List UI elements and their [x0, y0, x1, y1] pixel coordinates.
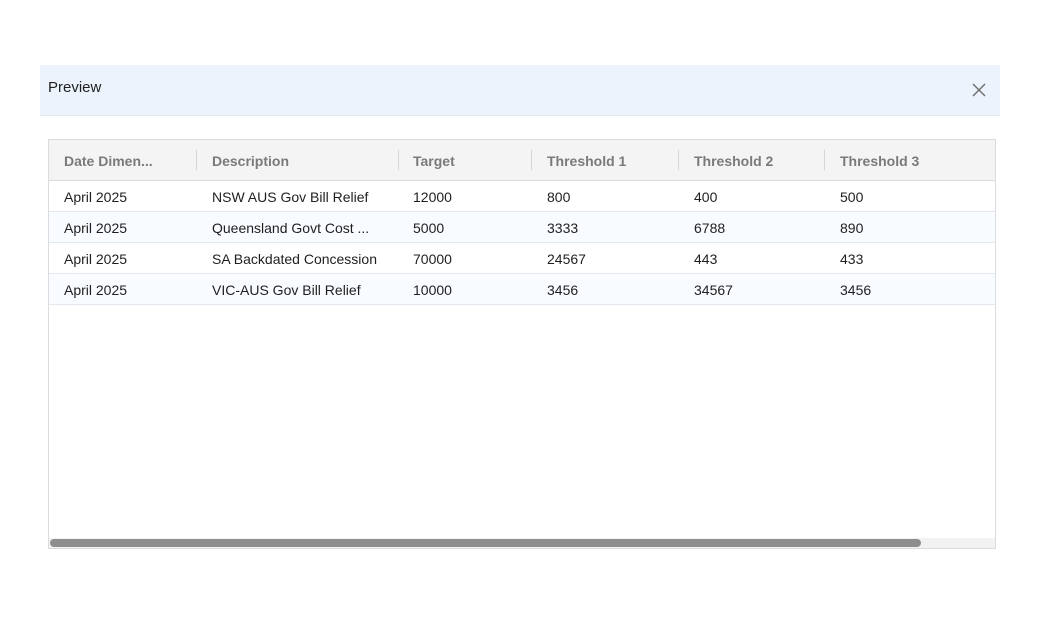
cell-description: Queensland Govt Cost ... [212, 220, 370, 236]
dialog-header: Preview [40, 65, 1000, 116]
cell-target: 10000 [413, 282, 452, 298]
cell-threshold-2: 443 [694, 251, 718, 267]
cell-date-dimension: April 2025 [64, 251, 128, 267]
cell-threshold-3: 3456 [840, 282, 872, 298]
column-header-threshold-3[interactable]: Threshold 3 [825, 140, 995, 180]
cell-description: NSW AUS Gov Bill Relief [212, 189, 369, 205]
preview-table: Date Dimen... Description Target Thresho… [48, 139, 996, 549]
cell-threshold-2: 400 [694, 189, 718, 205]
cell-description: VIC-AUS Gov Bill Relief [212, 282, 361, 298]
cell-threshold-3: 500 [840, 189, 864, 205]
table-row[interactable]: April 2025 VIC-AUS Gov Bill Relief 10000… [49, 274, 995, 305]
cell-date-dimension: April 2025 [64, 189, 128, 205]
cell-date-dimension: April 2025 [64, 282, 128, 298]
cell-description: SA Backdated Concession [212, 251, 377, 267]
cell-threshold-2: 6788 [694, 220, 726, 236]
cell-date-dimension: April 2025 [64, 220, 128, 236]
close-icon [972, 83, 986, 97]
cell-threshold-3: 890 [840, 220, 864, 236]
preview-dialog: Preview Date Dimen... Description Target… [40, 65, 1000, 555]
table-row[interactable]: April 2025 SA Backdated Concession 70000… [49, 243, 995, 274]
cell-target: 70000 [413, 251, 452, 267]
cell-target: 12000 [413, 189, 452, 205]
cell-threshold-1: 3333 [547, 220, 579, 236]
cell-threshold-1: 800 [547, 189, 571, 205]
scrollbar-thumb[interactable] [50, 539, 921, 547]
table-header: Date Dimen... Description Target Thresho… [49, 140, 995, 181]
column-header-threshold-1[interactable]: Threshold 1 [532, 140, 679, 180]
cell-threshold-1: 3456 [547, 282, 579, 298]
table-row[interactable]: April 2025 Queensland Govt Cost ... 5000… [49, 212, 995, 243]
column-header-date-dimension[interactable]: Date Dimen... [49, 140, 197, 180]
dialog-title: Preview [48, 79, 102, 96]
close-button[interactable] [968, 79, 990, 101]
column-header-threshold-2[interactable]: Threshold 2 [679, 140, 825, 180]
column-header-target[interactable]: Target [398, 140, 532, 180]
table-row[interactable]: April 2025 NSW AUS Gov Bill Relief 12000… [49, 181, 995, 212]
column-header-description[interactable]: Description [197, 140, 398, 180]
cell-target: 5000 [413, 220, 445, 236]
cell-threshold-1: 24567 [547, 251, 586, 267]
cell-threshold-3: 433 [840, 251, 864, 267]
horizontal-scrollbar[interactable] [49, 538, 995, 548]
cell-threshold-2: 34567 [694, 282, 733, 298]
